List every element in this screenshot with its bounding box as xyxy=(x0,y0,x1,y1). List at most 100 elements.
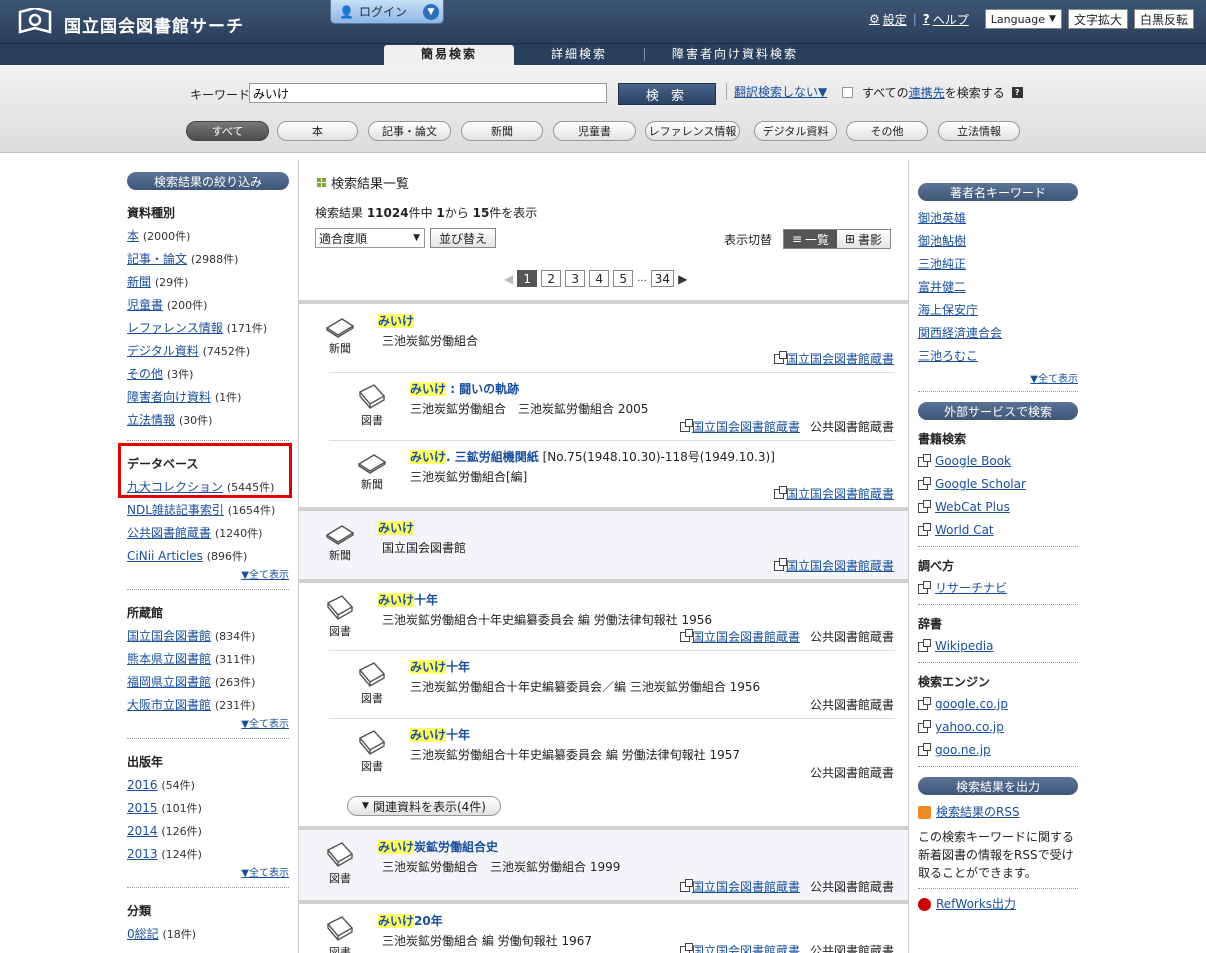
result-title-link[interactable]: みいけ. 三鉱労組機関紙 [No.75(1948.10.30)-118号(194… xyxy=(410,448,775,465)
category-newspapers[interactable]: 新聞 xyxy=(461,121,543,141)
facet-link[interactable]: 2014 xyxy=(127,824,158,838)
help-link[interactable]: ? ヘルプ xyxy=(923,11,969,28)
holding-link[interactable]: 国立国会図書館蔵書 xyxy=(679,878,800,895)
facet-link[interactable]: その他 xyxy=(127,367,163,381)
tab-advanced-search[interactable]: 詳細検索 xyxy=(520,45,638,65)
show-all-database-link[interactable]: ▼全て表示 xyxy=(127,566,289,581)
external-service-link[interactable]: Wikipedia xyxy=(918,635,1078,658)
external-service-link[interactable]: goo.ne.jp xyxy=(918,739,1078,762)
external-service-label: Google Book xyxy=(935,454,1011,468)
category-digital[interactable]: デジタル資料 xyxy=(754,121,837,141)
translate-search-dropdown[interactable]: 翻訳検索しない▼ xyxy=(726,83,827,100)
list-view-button[interactable]: ≡ 一覧 xyxy=(784,230,837,248)
result-author: 三池炭鉱労働組合 三池炭鉱労働組合 1999 xyxy=(382,860,621,874)
show-related-button[interactable]: ▼ 関連資料を表示(4件) xyxy=(347,796,501,816)
result-title-link[interactable]: みいけ xyxy=(378,312,415,329)
page-link[interactable]: 4 xyxy=(589,270,610,287)
category-legislative[interactable]: 立法情報 xyxy=(938,121,1020,141)
external-service-link[interactable]: WebCat Plus xyxy=(918,496,1078,519)
facet-link[interactable]: 国立国会図書館 xyxy=(127,629,211,643)
facet-link[interactable]: 2013 xyxy=(127,847,158,861)
keyword-input[interactable] xyxy=(249,83,607,103)
category-childrens-books[interactable]: 児童書 xyxy=(553,121,636,141)
show-all-authors-link[interactable]: ▼全て表示 xyxy=(918,370,1078,385)
category-reference[interactable]: レファレンス情報 xyxy=(645,121,740,141)
external-service-link[interactable]: Google Book xyxy=(918,450,1078,473)
show-all-year-link[interactable]: ▼全て表示 xyxy=(127,864,289,879)
refworks-link[interactable]: RefWorks出力 xyxy=(918,893,1078,916)
holding-link[interactable]: 国立国会図書館蔵書 xyxy=(773,557,894,574)
facet-link[interactable]: 大阪市立図書館 xyxy=(127,698,211,712)
facet-link[interactable]: 障害者向け資料 xyxy=(127,390,211,404)
result-title-link[interactable]: みいけ : 闘いの軌跡 xyxy=(410,380,519,397)
ndl-logo-icon[interactable] xyxy=(18,8,52,34)
help-label: ヘルプ xyxy=(932,12,969,27)
author-keyword-link[interactable]: 御池鮎樹 xyxy=(918,230,1078,253)
facet-link[interactable]: CiNii Articles xyxy=(127,549,203,563)
linked-sources-link[interactable]: 連携先 xyxy=(909,84,945,101)
holding-link[interactable]: 国立国会図書館蔵書 xyxy=(679,942,800,953)
all-sources-checkbox[interactable] xyxy=(842,87,853,98)
facet-link[interactable]: デジタル資料 xyxy=(127,344,199,358)
facet-link[interactable]: レファレンス情報 xyxy=(127,321,223,335)
invert-colors-button[interactable]: 白黒反転 xyxy=(1133,9,1194,29)
page-link[interactable]: 5 xyxy=(613,270,634,287)
facet-link[interactable]: 立法情報 xyxy=(127,413,175,427)
language-select[interactable]: Language ▼ xyxy=(984,9,1062,29)
holding-link[interactable]: 国立国会図書館蔵書 xyxy=(679,418,800,435)
site-title[interactable]: 国立国会図書館サーチ xyxy=(64,12,244,37)
holding-link[interactable]: 国立国会図書館蔵書 xyxy=(679,628,800,645)
facet-link[interactable]: 福岡県立図書館 xyxy=(127,675,211,689)
author-keyword-link[interactable]: 三池純正 xyxy=(918,253,1078,276)
external-service-link[interactable]: リサーチナビ xyxy=(918,577,1078,600)
settings-link[interactable]: ⚙ 設定 xyxy=(869,11,907,28)
result-title-link[interactable]: みいけ十年 xyxy=(378,591,438,608)
external-service-link[interactable]: Google Scholar xyxy=(918,473,1078,496)
text-enlarge-button[interactable]: 文字拡大 xyxy=(1067,9,1128,29)
category-articles[interactable]: 記事・論文 xyxy=(368,121,451,141)
facet-link[interactable]: 2015 xyxy=(127,801,158,815)
result-title-link[interactable]: みいけ炭鉱労働組合史 xyxy=(378,838,498,855)
author-keyword-link[interactable]: 海上保安庁 xyxy=(918,299,1078,322)
page-link[interactable]: 2 xyxy=(541,270,562,287)
external-service-link[interactable]: google.co.jp xyxy=(918,693,1078,716)
newspaper-icon: 新聞 xyxy=(320,521,360,563)
category-all[interactable]: すべて xyxy=(186,121,269,141)
result-title-link[interactable]: みいけ十年 xyxy=(410,726,470,743)
next-page-icon[interactable]: ▶ xyxy=(678,272,687,286)
page-link[interactable]: 3 xyxy=(565,270,586,287)
author-keyword-link[interactable]: 関西経済連合会 xyxy=(918,322,1078,345)
show-all-holdings-link[interactable]: ▼全て表示 xyxy=(127,715,289,730)
facet-link[interactable]: 本 xyxy=(127,229,139,243)
login-button[interactable]: 👤 ログイン ▼ xyxy=(330,0,444,24)
facet-link[interactable]: 公共図書館蔵書 xyxy=(127,526,211,540)
tab-accessible-search[interactable]: 障害者向け資料検索 xyxy=(650,45,820,65)
facet-link[interactable]: 児童書 xyxy=(127,298,163,312)
author-keyword-link[interactable]: 富井健二 xyxy=(918,276,1078,299)
result-title-link[interactable]: みいけ20年 xyxy=(378,912,443,929)
facet-link[interactable]: 熊本県立図書館 xyxy=(127,652,211,666)
author-keyword-link[interactable]: 三池ろむこ xyxy=(918,345,1078,368)
facet-link[interactable]: 0総記 xyxy=(127,927,159,941)
facet-link[interactable]: NDL雑誌記事索引 xyxy=(127,503,224,517)
search-button[interactable]: 検 索 xyxy=(618,83,716,105)
holding-link[interactable]: 国立国会図書館蔵書 xyxy=(773,350,894,367)
external-service-link[interactable]: yahoo.co.jp xyxy=(918,716,1078,739)
category-other[interactable]: その他 xyxy=(846,121,928,141)
sort-button[interactable]: 並び替え xyxy=(430,228,496,248)
result-title-link[interactable]: みいけ xyxy=(378,519,415,536)
facet-link[interactable]: 新聞 xyxy=(127,275,151,289)
author-keyword-link[interactable]: 御池英雄 xyxy=(918,207,1078,230)
sort-select[interactable]: 適合度順 ▼ xyxy=(315,228,425,248)
holding-link[interactable]: 国立国会図書館蔵書 xyxy=(773,485,894,502)
facet-link[interactable]: 記事・論文 xyxy=(127,252,187,266)
rss-link[interactable]: 検索結果のRSS xyxy=(918,801,1078,824)
cover-view-button[interactable]: ⊞ 書影 xyxy=(837,230,890,248)
external-service-link[interactable]: World Cat xyxy=(918,519,1078,542)
category-books[interactable]: 本 xyxy=(277,121,358,141)
help-icon[interactable]: ? xyxy=(1011,87,1023,98)
result-title-link[interactable]: みいけ十年 xyxy=(410,658,470,675)
facet-link[interactable]: 2016 xyxy=(127,778,158,792)
page-link[interactable]: 34 xyxy=(650,270,675,287)
tab-simple-search[interactable]: 簡易検索 xyxy=(384,45,514,65)
